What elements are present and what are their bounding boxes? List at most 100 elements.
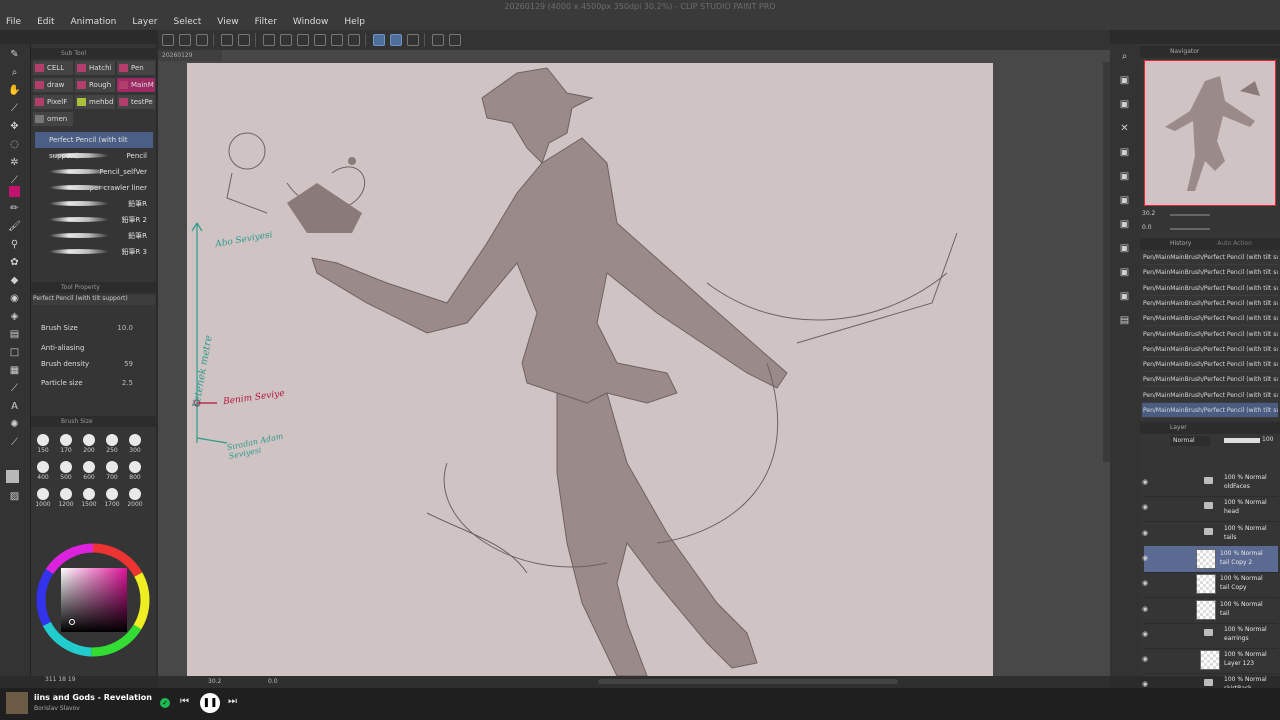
panel-icon[interactable]: ▣ [1118,290,1131,303]
layer-folder[interactable]: ◉ 100 % Normal oldFaces [1142,470,1278,497]
menu-animation[interactable]: Animation [71,17,117,27]
menu-help[interactable]: Help [344,17,365,27]
brush-size-preset[interactable] [60,434,72,446]
settings-icon[interactable] [432,34,444,46]
history-item[interactable]: Pen/MainMainBrush/Perfect Pencil (with t… [1142,296,1278,311]
subtool-tab-mehbd[interactable]: mehbd [75,95,115,109]
menu-window[interactable]: Window [293,17,329,27]
menu-layer[interactable]: Layer [132,17,157,27]
material-icon[interactable]: ▣ [1118,74,1131,87]
layer-folder[interactable]: ◉ 100 % Normal earrings [1142,622,1278,649]
history-item[interactable]: Pen/MainMainBrush/Perfect Pencil (with t… [1142,281,1278,296]
opacity-slider[interactable] [1224,438,1260,443]
brush-size-preset[interactable] [83,488,95,500]
palette-icon[interactable]: ▣ [1118,146,1131,159]
canvas-vertical-scrollbar[interactable] [1103,62,1110,462]
blend-icon[interactable]: ◉ [8,292,21,305]
auto-action-tab[interactable]: Auto Action [1217,240,1252,247]
brush-size-preset[interactable] [83,434,95,446]
particle-size-property[interactable]: Particle size 2.5 [41,377,157,389]
eyedropper-icon[interactable]: ⟋ [8,102,21,115]
menu-filter[interactable]: Filter [255,17,277,27]
panel-icon[interactable]: ▤ [1118,314,1131,327]
canvas-paper[interactable]: Abo Seviyesi Yetenek metre Benim Seviye … [187,63,993,676]
new-file-icon[interactable] [162,34,174,46]
redo-icon[interactable] [238,34,250,46]
subtool-tab-testpe[interactable]: testPe [117,95,155,109]
history-item[interactable]: Pen/MainMainBrush/Perfect Pencil (with t… [1142,403,1278,418]
gradient-icon[interactable]: ▤ [8,328,21,341]
menu-file[interactable]: File [6,17,21,27]
navigator-rotation-slider[interactable] [1170,228,1210,230]
panel-icon[interactable]: ▣ [1118,218,1131,231]
brush-item[interactable]: Pencil_selfVer [35,164,153,180]
brush-size-preset[interactable] [129,488,141,500]
snap-ruler-icon[interactable] [373,34,385,46]
brush-item[interactable]: creeper crawler liner [35,180,153,196]
correct-line-icon[interactable]: ⟋ [8,436,21,449]
transparent-icon[interactable]: ▨ [8,490,21,503]
visibility-eye-icon[interactable]: ◉ [1142,529,1148,537]
brush-size-preset[interactable] [37,434,49,446]
brush-size-preset[interactable] [60,461,72,473]
navigator-rotation[interactable]: 0.0 [1142,224,1152,231]
color-wheel[interactable] [35,538,153,666]
airbrush-icon[interactable]: ⚲ [8,238,21,251]
brush-size-property[interactable]: Brush Size 10.0 [41,322,157,334]
brush-size-preset[interactable] [106,488,118,500]
pencil-icon[interactable]: ✏ [8,202,21,215]
document-tab[interactable]: 20260129 [158,50,222,61]
undo-icon[interactable] [221,34,233,46]
history-item[interactable]: Pen/MainMainBrush/Perfect Pencil (with t… [1142,388,1278,403]
layer-item[interactable]: ◉ 100 % Normal tail [1142,597,1278,624]
brush-size-preset[interactable] [37,461,49,473]
invert-selection-icon[interactable] [280,34,292,46]
hand-icon[interactable]: ✋ [8,84,21,97]
snap-grid-icon[interactable] [407,34,419,46]
visibility-eye-icon[interactable]: ◉ [1142,503,1148,511]
next-track-icon[interactable]: ⏭ [228,696,237,707]
history-item[interactable]: Pen/MainMainBrush/Perfect Pencil (with t… [1142,327,1278,342]
liked-check-icon[interactable]: ✓ [160,698,170,708]
auto-select-icon[interactable]: ✲ [8,156,21,169]
subtool-tab-hatch[interactable]: Hatchi [75,61,115,75]
visibility-eye-icon[interactable]: ◉ [1142,630,1148,638]
panel-icon[interactable]: ▣ [1118,170,1131,183]
angle-readout[interactable]: 0.0 [268,678,278,685]
subtool-tab-pixelf[interactable]: PixelF [33,95,73,109]
history-item[interactable]: Pen/MainMainBrush/Perfect Pencil (with t… [1142,342,1278,357]
visibility-eye-icon[interactable]: ◉ [1142,579,1148,587]
brush-item[interactable]: 鉛筆R [35,228,153,244]
canvas-horizontal-scrollbar[interactable] [598,679,898,684]
subtool-tab-draw[interactable]: draw [33,78,73,92]
brush-item[interactable]: 鉛筆R 3 [35,244,153,260]
panel-icon[interactable]: ▣ [1118,194,1131,207]
menu-edit[interactable]: Edit [37,17,54,27]
history-item[interactable]: Pen/MainMainBrush/Perfect Pencil (with t… [1142,250,1278,265]
subtool-tab-pen[interactable]: Pen [117,61,155,75]
subtool-tab-mainm[interactable]: MainM [117,78,155,92]
layer-property-icon[interactable]: ▣ [1118,98,1131,111]
figure-icon[interactable]: □ [8,346,21,359]
brush-item[interactable]: 鉛筆R 2 [35,212,153,228]
brush-size-preset[interactable] [106,434,118,446]
history-item[interactable]: Pen/MainMainBrush/Perfect Pencil (with t… [1142,372,1278,388]
subtool-tab-ornen[interactable]: ornen [33,112,73,126]
anti-aliasing-property[interactable]: Anti-aliasing [41,342,157,354]
search-icon[interactable]: ⌕ [1118,50,1131,63]
navigator-zoom-slider[interactable] [1170,214,1210,216]
brush-density-property[interactable]: Brush density 59 [41,358,157,370]
fill-icon[interactable] [297,34,309,46]
transform-icon[interactable] [314,34,326,46]
main-color-swatch-icon[interactable] [6,470,19,483]
text-icon[interactable]: A [8,400,21,413]
pen-nib-icon[interactable]: ✎ [8,48,21,61]
pen-tool-icon[interactable] [9,186,20,197]
brush-size-preset[interactable] [83,461,95,473]
eraser-icon[interactable]: ◆ [8,274,21,287]
layer-item[interactable]: ◉ 100 % Normal tail Copy 2 [1142,545,1278,573]
brush-item[interactable]: 鉛筆R [35,196,153,212]
close-panel-icon[interactable]: ✕ [1118,122,1131,135]
move-icon[interactable]: ✥ [8,120,21,133]
brush-item-selected[interactable]: Perfect Pencil (with tilt support) [35,132,153,160]
